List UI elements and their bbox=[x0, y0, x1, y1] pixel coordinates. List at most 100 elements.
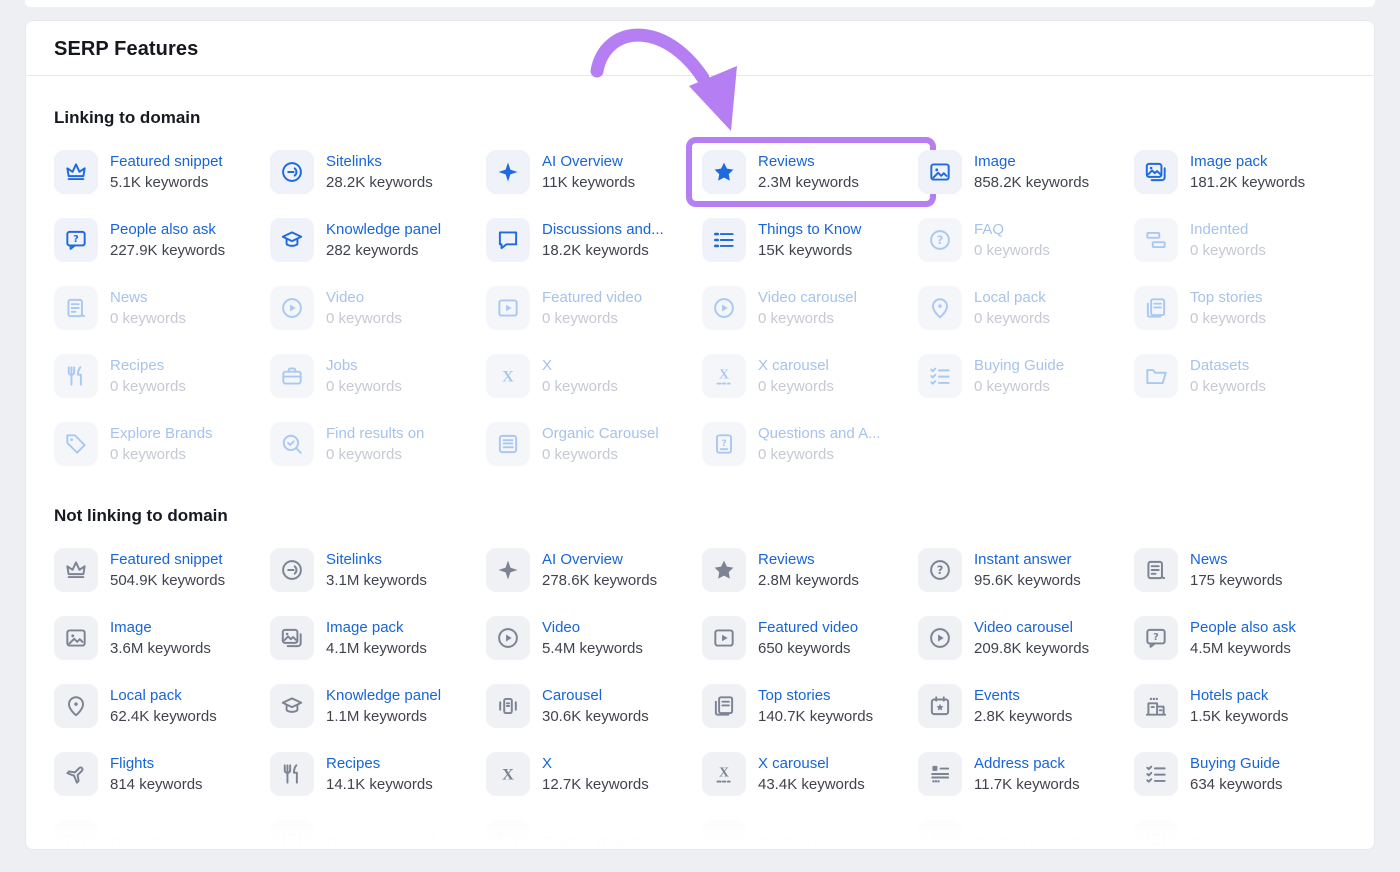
feature-count: 2.8K keywords bbox=[974, 706, 1072, 727]
feature-label: Questions and A... bbox=[758, 423, 881, 444]
chat-question-icon: ? bbox=[1134, 616, 1178, 660]
chat-question-icon: ? bbox=[54, 218, 98, 262]
serp-feature-item-hotels-pack[interactable]: Hotels pack 1.5K keywords bbox=[1134, 684, 1346, 728]
feature-label: Featured snippet bbox=[110, 549, 225, 570]
serp-feature-item-datasets[interactable]: Datasets 0 keywords bbox=[1134, 354, 1346, 398]
play-circle-icon bbox=[270, 286, 314, 330]
serp-feature-item-video[interactable]: Video 5.4M keywords bbox=[486, 616, 698, 660]
serp-feature-item-discussions-and[interactable]: Discussions and... 18.2K keywords bbox=[486, 218, 698, 262]
serp-feature-item-image-pack[interactable]: Image pack 181.2K keywords bbox=[1134, 150, 1346, 194]
serp-feature-item-related-products[interactable]: Related products bbox=[918, 820, 1130, 850]
doc-list-icon bbox=[486, 422, 530, 466]
feature-count: 0 keywords bbox=[542, 308, 642, 329]
serp-feature-item-knowledge-panel[interactable]: Knowledge panel 1.1M keywords bbox=[270, 684, 482, 728]
feature-label: People also sear... bbox=[1190, 832, 1313, 851]
serp-feature-item-video[interactable]: Video 0 keywords bbox=[270, 286, 482, 330]
feature-count: 0 keywords bbox=[110, 308, 186, 329]
feature-count: 15K keywords bbox=[758, 240, 861, 261]
serp-feature-item-datasets[interactable]: Datasets bbox=[54, 820, 266, 850]
feature-count: 0 keywords bbox=[110, 444, 213, 465]
serp-feature-item-featured-snippet[interactable]: Featured snippet 5.1K keywords bbox=[54, 150, 266, 194]
serp-feature-item-x-carousel[interactable]: X X carousel 0 keywords bbox=[702, 354, 914, 398]
serp-feature-item-flights[interactable]: Flights 814 keywords bbox=[54, 752, 266, 796]
feature-label: Top stories bbox=[1190, 287, 1266, 308]
serp-feature-item-explore-brands[interactable]: Explore Brands bbox=[486, 820, 698, 850]
serp-feature-item-video-carousel[interactable]: Video carousel 209.8K keywords bbox=[918, 616, 1130, 660]
serp-feature-item-image[interactable]: Image 858.2K keywords bbox=[918, 150, 1130, 194]
serp-feature-item-instant-answer[interactable]: ? Instant answer 95.6K keywords bbox=[918, 548, 1130, 592]
svg-text:X: X bbox=[719, 765, 729, 780]
serp-feature-item-top-stories[interactable]: Top stories 0 keywords bbox=[1134, 286, 1346, 330]
serp-feature-item-people-also-sear[interactable]: People also sear... bbox=[1134, 820, 1346, 850]
question-circle-icon: ? bbox=[918, 548, 962, 592]
serp-feature-item-carousel[interactable]: Carousel 30.6K keywords bbox=[486, 684, 698, 728]
serp-feature-item-related-searches[interactable]: Related searches bbox=[702, 820, 914, 850]
serp-feature-item-featured-video[interactable]: Featured video 0 keywords bbox=[486, 286, 698, 330]
serp-feature-item-local-pack[interactable]: Local pack 0 keywords bbox=[918, 286, 1130, 330]
section-not-linking-to-domain: Not linking to domain Featured snippet 5… bbox=[26, 506, 1374, 850]
serp-feature-item-x[interactable]: X X 0 keywords bbox=[486, 354, 698, 398]
serp-feature-item-events[interactable]: Events 2.8K keywords bbox=[918, 684, 1130, 728]
serp-feature-item-featured-snippet[interactable]: Featured snippet 504.9K keywords bbox=[54, 548, 266, 592]
serp-feature-item-buying-guide[interactable]: Buying Guide 0 keywords bbox=[918, 354, 1130, 398]
sections-container: Linking to domain Featured snippet 5.1K … bbox=[26, 108, 1374, 850]
feature-count: 5.4M keywords bbox=[542, 638, 643, 659]
x-logo-icon: X bbox=[486, 354, 530, 398]
serp-feature-item-recipes[interactable]: Recipes 0 keywords bbox=[54, 354, 266, 398]
feature-label: Local pack bbox=[974, 287, 1050, 308]
serp-feature-item-video-carousel[interactable]: Video carousel 0 keywords bbox=[702, 286, 914, 330]
image-pack-icon bbox=[1134, 150, 1178, 194]
serp-feature-item-indented[interactable]: Indented 0 keywords bbox=[1134, 218, 1346, 262]
svg-text:X: X bbox=[502, 367, 514, 385]
feature-count: 0 keywords bbox=[974, 308, 1050, 329]
feature-label: Carousel bbox=[542, 685, 649, 706]
feature-count: 0 keywords bbox=[110, 376, 186, 397]
serp-feature-item-find-results-on[interactable]: Find results on 0 keywords bbox=[270, 422, 482, 466]
feature-label: Video bbox=[542, 617, 643, 638]
serp-feature-item-top-stories[interactable]: Top stories 140.7K keywords bbox=[702, 684, 914, 728]
feature-label: Address pack bbox=[974, 753, 1080, 774]
serp-feature-item-featured-video[interactable]: Featured video 650 keywords bbox=[702, 616, 914, 660]
feature-label: Instant answer bbox=[974, 549, 1081, 570]
search-check-icon bbox=[270, 422, 314, 466]
feature-count: 227.9K keywords bbox=[110, 240, 225, 261]
serp-feature-item-reviews[interactable]: Reviews 2.3M keywords bbox=[702, 150, 914, 194]
serp-feature-item-image-pack[interactable]: Image pack 4.1M keywords bbox=[270, 616, 482, 660]
serp-feature-item-news[interactable]: News 175 keywords bbox=[1134, 548, 1346, 592]
serp-feature-item-recipes[interactable]: Recipes 14.1K keywords bbox=[270, 752, 482, 796]
briefcase-icon bbox=[270, 354, 314, 398]
serp-feature-item-news[interactable]: News 0 keywords bbox=[54, 286, 266, 330]
feature-label: Recipes bbox=[326, 753, 433, 774]
play-rect-icon bbox=[486, 286, 530, 330]
feature-count: 5.1K keywords bbox=[110, 172, 223, 193]
serp-feature-item-ai-overview[interactable]: AI Overview 278.6K keywords bbox=[486, 548, 698, 592]
serp-feature-item-x-carousel[interactable]: X X carousel 43.4K keywords bbox=[702, 752, 914, 796]
feature-label: AI Overview bbox=[542, 549, 657, 570]
serp-feature-item-image[interactable]: Image 3.6M keywords bbox=[54, 616, 266, 660]
serp-feature-item-jobs[interactable]: Jobs 0 keywords bbox=[270, 354, 482, 398]
section-title: Not linking to domain bbox=[54, 506, 1346, 526]
serp-feature-item-local-pack[interactable]: Local pack 62.4K keywords bbox=[54, 684, 266, 728]
serp-feature-item-faq[interactable]: ? FAQ 0 keywords bbox=[918, 218, 1130, 262]
serp-feature-item-buying-guide[interactable]: Buying Guide 634 keywords bbox=[1134, 752, 1346, 796]
serp-feature-item-address-pack[interactable]: Address pack 11.7K keywords bbox=[918, 752, 1130, 796]
x-carousel-icon: X bbox=[702, 752, 746, 796]
feature-count: 11K keywords bbox=[542, 172, 635, 193]
serp-feature-item-sitelinks[interactable]: Sitelinks 28.2K keywords bbox=[270, 150, 482, 194]
question-circle-icon: ? bbox=[918, 218, 962, 262]
serp-feature-item-ai-overview[interactable]: AI Overview 11K keywords bbox=[486, 150, 698, 194]
serp-feature-item-people-also-ask[interactable]: ? People also ask 227.9K keywords bbox=[54, 218, 266, 262]
serp-feature-item-organic-carousel[interactable]: Organic Carousel 0 keywords bbox=[486, 422, 698, 466]
serp-feature-item-questions-and-a[interactable]: ? Questions and A... 0 keywords bbox=[702, 422, 914, 466]
feature-count: 209.8K keywords bbox=[974, 638, 1089, 659]
serp-feature-item-people-also-ask[interactable]: ? People also ask 4.5M keywords bbox=[1134, 616, 1346, 660]
image-pack-icon bbox=[270, 616, 314, 660]
serp-feature-item-reviews[interactable]: Reviews 2.8M keywords bbox=[702, 548, 914, 592]
serp-feature-item-explore-brands[interactable]: Explore Brands 0 keywords bbox=[54, 422, 266, 466]
serp-feature-item-knowledge-panel[interactable]: Knowledge panel 282 keywords bbox=[270, 218, 482, 262]
feature-label: Discussions and... bbox=[326, 832, 448, 851]
serp-feature-item-x[interactable]: X X 12.7K keywords bbox=[486, 752, 698, 796]
serp-feature-item-sitelinks[interactable]: Sitelinks 3.1M keywords bbox=[270, 548, 482, 592]
serp-feature-item-things-to-know[interactable]: Things to Know 15K keywords bbox=[702, 218, 914, 262]
serp-feature-item-discussions-and[interactable]: Discussions and... bbox=[270, 820, 482, 850]
